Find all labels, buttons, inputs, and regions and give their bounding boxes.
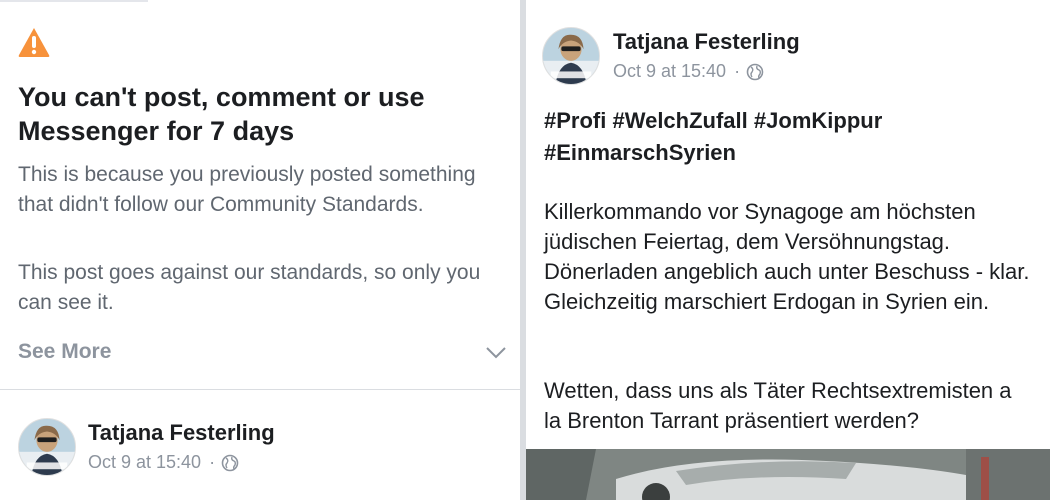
restriction-reason: This is because you previously posted so… (18, 163, 476, 216)
restriction-notice-panel: You can't post, comment or use Messenger… (0, 0, 520, 500)
post-body-paragraph: Killerkommando vor Synagoge am höchsten … (544, 199, 1030, 314)
chevron-down-icon[interactable] (484, 342, 508, 362)
author-name-link[interactable]: Tatjana Festerling (613, 29, 800, 55)
post-timestamp[interactable]: Oct 9 at 15:40 (613, 61, 726, 82)
top-divider (0, 0, 148, 2)
warning-triangle-icon (18, 28, 50, 57)
meta-separator: · (209, 452, 216, 472)
restriction-title: You can't post, comment or use Messenger… (18, 82, 425, 146)
post-image[interactable] (526, 449, 1050, 500)
author-name-link[interactable]: Tatjana Festerling (88, 420, 275, 446)
post-meta: Oct 9 at 15:40 · (613, 61, 764, 82)
hashtag-link[interactable]: #Profi (544, 108, 606, 133)
author-avatar[interactable] (542, 27, 600, 85)
section-divider (0, 389, 520, 390)
hashtag-link[interactable]: #EinmarschSyrien (544, 140, 736, 165)
post-image-content (526, 449, 1050, 500)
author-avatar[interactable] (18, 418, 76, 476)
post-meta: Oct 9 at 15:40 · (88, 452, 239, 473)
post-body-paragraph: Wetten, dass uns als Täter Rechtsextremi… (544, 378, 1012, 433)
post-hashtags: #Profi #WelchZufall #JomKippur #Einmarsc… (544, 105, 1024, 169)
post-timestamp[interactable]: Oct 9 at 15:40 (88, 452, 201, 473)
hashtag-link[interactable]: #JomKippur (754, 108, 882, 133)
globe-icon[interactable] (746, 63, 764, 81)
meta-separator: · (734, 61, 741, 81)
globe-icon[interactable] (221, 454, 239, 472)
restriction-visibility-note: This post goes against our standards, so… (18, 261, 481, 314)
see-more-button[interactable]: See More (18, 340, 111, 364)
hashtag-link[interactable]: #WelchZufall (612, 108, 747, 133)
